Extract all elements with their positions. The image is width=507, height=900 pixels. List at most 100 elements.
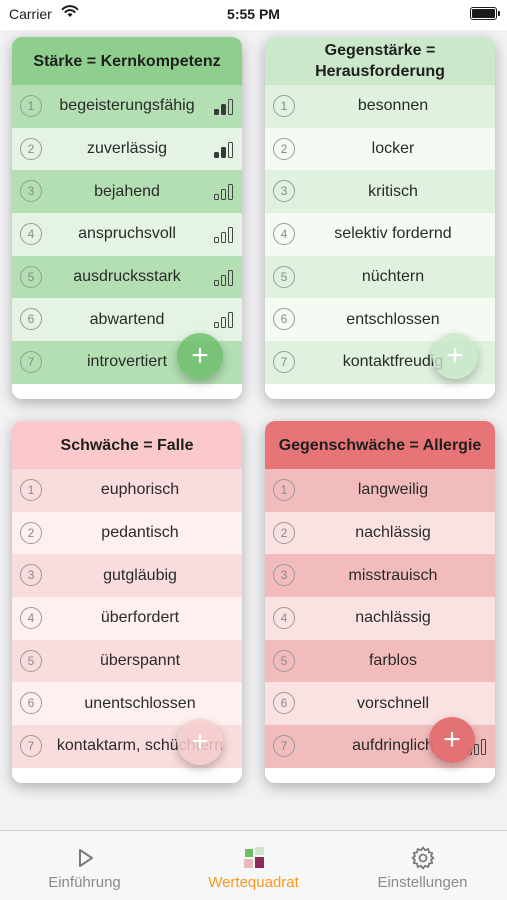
list-item[interactable]: 4 überfordert — [12, 597, 242, 640]
add-counter-strength-button[interactable]: + — [432, 333, 478, 379]
rank-badge: 6 — [20, 308, 42, 331]
rank-badge: 2 — [273, 137, 295, 160]
signal-bars-icon[interactable] — [214, 268, 236, 286]
item-label: selektiv fordernd — [334, 225, 452, 243]
list-item[interactable]: 1 besonnen — [265, 85, 495, 128]
item-label: abwartend — [89, 310, 165, 328]
signal-bars-icon[interactable] — [214, 225, 236, 244]
rank-badge: 7 — [20, 735, 42, 758]
rank-badge: 4 — [20, 607, 42, 630]
rank-badge: 5 — [273, 265, 295, 288]
rank-badge: 1 — [20, 479, 42, 501]
add-counter-weakness-button[interactable]: + — [429, 717, 475, 763]
list-item[interactable]: 3 bejahend — [12, 170, 242, 214]
list-item[interactable]: 1 euphorisch — [12, 469, 242, 512]
list-item[interactable]: 2 pedantisch — [12, 511, 242, 555]
rank-badge: 4 — [20, 223, 42, 246]
tab-bar: Einführung Wertequadrat Einstellungen — [0, 830, 507, 900]
list-item[interactable]: 5 überspannt — [12, 639, 242, 683]
rank-badge: 5 — [20, 649, 42, 672]
signal-bars-icon[interactable] — [214, 140, 236, 158]
item-label: locker — [371, 140, 415, 158]
rank-badge: 4 — [273, 223, 295, 246]
tab-value-square[interactable]: Wertequadrat — [169, 831, 338, 900]
signal-bars-icon[interactable] — [214, 182, 236, 201]
list-item[interactable]: 5 ausdrucksstark — [12, 255, 242, 299]
rank-badge: 2 — [273, 521, 295, 544]
item-label: nüchtern — [361, 268, 425, 286]
battery-icon — [470, 7, 500, 20]
clock: 5:55 PM — [227, 6, 280, 22]
rank-badge: 1 — [273, 95, 295, 117]
card-title: Stärke = Kernkompetenz — [12, 37, 242, 85]
signal-bars-icon[interactable] — [214, 97, 236, 115]
list-item[interactable]: 3 kritisch — [265, 170, 495, 214]
tab-introduction[interactable]: Einführung — [0, 831, 169, 900]
tab-settings[interactable]: Einstellungen — [338, 831, 507, 900]
counter-strength-card: Gegenstärke = Herausforderung 1 besonnen… — [265, 37, 495, 399]
rank-badge: 6 — [273, 308, 295, 331]
rank-badge: 1 — [273, 479, 295, 501]
list-item[interactable]: 5 farblos — [265, 639, 495, 683]
item-label: begeisterungsfähig — [59, 97, 195, 115]
rank-badge: 3 — [273, 180, 295, 203]
rank-badge: 4 — [273, 607, 295, 630]
item-label: nachlässig — [355, 524, 431, 542]
item-label: nachlässig — [355, 609, 431, 627]
rank-badge: 1 — [20, 95, 42, 117]
status-bar: Carrier 5:55 PM — [0, 0, 507, 30]
rank-badge: 7 — [273, 351, 295, 374]
item-label: bejahend — [94, 182, 160, 200]
item-label: besonnen — [357, 97, 429, 115]
item-label: farblos — [368, 652, 418, 670]
rank-badge: 2 — [20, 521, 42, 544]
rank-badge: 6 — [20, 692, 42, 715]
card-title: Schwäche = Falle — [12, 421, 242, 469]
rank-badge: 3 — [20, 564, 42, 587]
add-strength-button[interactable]: + — [177, 333, 223, 379]
list-item[interactable]: 2 locker — [265, 127, 495, 171]
add-weakness-button[interactable]: + — [177, 719, 223, 765]
item-label: anspruchsvoll — [78, 225, 176, 243]
rank-badge: 7 — [273, 735, 295, 758]
counter-weakness-card: Gegenschwäche = Allergie 1 langweilig 2 … — [265, 421, 495, 783]
signal-bars-icon[interactable] — [214, 310, 236, 329]
rank-badge: 3 — [20, 180, 42, 203]
item-label: kritisch — [368, 182, 418, 200]
card-title: Gegenstärke = Herausforderung — [265, 37, 495, 85]
rank-badge: 7 — [20, 351, 42, 374]
list-item[interactable]: 1 begeisterungsfähig — [12, 85, 242, 128]
item-label: zuverlässig — [86, 140, 168, 158]
list-item[interactable]: 5 nüchtern — [265, 255, 495, 299]
item-label: überfordert — [100, 609, 180, 627]
list-item[interactable]: 6 unentschlossen — [12, 682, 242, 726]
value-square-icon — [243, 847, 264, 868]
item-label: euphorisch — [100, 481, 180, 499]
rank-badge: 6 — [273, 692, 295, 715]
list-item[interactable]: 2 zuverlässig — [12, 127, 242, 171]
play-icon — [78, 849, 93, 867]
list-item[interactable]: 4 nachlässig — [265, 597, 495, 640]
list-item[interactable]: 4 selektiv fordernd — [265, 213, 495, 256]
weakness-card: Schwäche = Falle 1 euphorisch 2 pedantis… — [12, 421, 242, 783]
item-label: überspannt — [99, 652, 181, 670]
rank-badge: 2 — [20, 137, 42, 160]
card-title: Gegenschwäche = Allergie — [265, 421, 495, 469]
item-label: ausdrucksstark — [73, 268, 181, 286]
list-item[interactable]: 1 langweilig — [265, 469, 495, 512]
list-item[interactable]: 2 nachlässig — [265, 511, 495, 555]
list-item[interactable]: 3 misstrauisch — [265, 554, 495, 598]
item-label: unentschlossen — [84, 694, 196, 712]
strength-card: Stärke = Kernkompetenz 1 begeisterungsfä… — [12, 37, 242, 399]
list-item[interactable]: 4 anspruchsvoll — [12, 213, 242, 256]
item-label: gutgläubig — [103, 566, 177, 584]
rank-badge: 3 — [273, 564, 295, 587]
item-label: misstrauisch — [348, 566, 438, 584]
tab-label: Einführung — [48, 874, 121, 891]
tab-label: Einstellungen — [377, 874, 468, 891]
rank-badge: 5 — [273, 649, 295, 672]
tab-label: Wertequadrat — [208, 874, 299, 891]
item-label: pedantisch — [101, 524, 179, 542]
gear-icon — [411, 846, 434, 870]
list-item[interactable]: 3 gutgläubig — [12, 554, 242, 598]
